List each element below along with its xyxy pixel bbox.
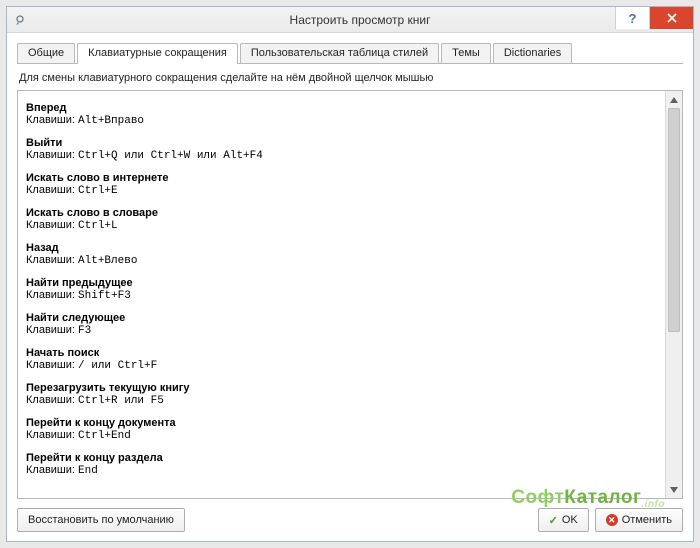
shortcut-name: Начать поиск bbox=[26, 347, 657, 359]
shortcut-item[interactable]: НазадКлавиши: Alt+Влево bbox=[26, 242, 657, 267]
tab-4[interactable]: Dictionaries bbox=[493, 43, 572, 64]
restore-defaults-button[interactable]: Восстановить по умолчанию bbox=[17, 508, 185, 532]
shortcut-keys: Клавиши: / или Ctrl+F bbox=[26, 359, 657, 372]
shortcut-item[interactable]: Найти следующееКлавиши: F3 bbox=[26, 312, 657, 337]
shortcut-name: Перезагрузить текущую книгу bbox=[26, 382, 657, 394]
shortcuts-list: ВпередКлавиши: Alt+ВправоВыйтиКлавиши: C… bbox=[17, 90, 683, 499]
shortcut-item[interactable]: Найти предыдущееКлавиши: Shift+F3 bbox=[26, 277, 657, 302]
window-title: Настроить просмотр книг bbox=[27, 13, 693, 27]
tab-row: ОбщиеКлавиатурные сокращенияПользователь… bbox=[17, 41, 683, 63]
shortcut-item[interactable]: ВпередКлавиши: Alt+Вправо bbox=[26, 102, 657, 127]
ok-button[interactable]: ✓ OK bbox=[538, 508, 589, 532]
shortcut-keys: Клавиши: Alt+Вправо bbox=[26, 114, 657, 127]
shortcut-item[interactable]: ВыйтиКлавиши: Ctrl+Q или Ctrl+W или Alt+… bbox=[26, 137, 657, 162]
shortcut-name: Перейти к концу документа bbox=[26, 417, 657, 429]
shortcut-keys: Клавиши: Ctrl+L bbox=[26, 219, 657, 232]
cancel-icon: ✕ bbox=[606, 514, 618, 526]
shortcut-item[interactable]: Перейти к концу разделаКлавиши: End bbox=[26, 452, 657, 477]
shortcut-keys: Клавиши: End bbox=[26, 464, 657, 477]
shortcut-keys: Клавиши: Ctrl+E bbox=[26, 184, 657, 197]
shortcut-name: Найти следующее bbox=[26, 312, 657, 324]
titlebar: Настроить просмотр книг ? bbox=[7, 7, 693, 33]
shortcut-keys: Клавиши: Ctrl+End bbox=[26, 429, 657, 442]
shortcut-name: Вперед bbox=[26, 102, 657, 114]
tab-1[interactable]: Клавиатурные сокращения bbox=[77, 43, 238, 64]
shortcut-item[interactable]: Начать поискКлавиши: / или Ctrl+F bbox=[26, 347, 657, 372]
shortcut-item[interactable]: Перезагрузить текущую книгуКлавиши: Ctrl… bbox=[26, 382, 657, 407]
shortcut-name: Выйти bbox=[26, 137, 657, 149]
tab-3[interactable]: Темы bbox=[441, 43, 491, 64]
shortcut-keys: Клавиши: Alt+Влево bbox=[26, 254, 657, 267]
shortcut-keys: Клавиши: Ctrl+R или F5 bbox=[26, 394, 657, 407]
shortcut-name: Перейти к концу раздела bbox=[26, 452, 657, 464]
check-icon: ✓ bbox=[549, 514, 558, 527]
shortcut-item[interactable]: Искать слово в словареКлавиши: Ctrl+L bbox=[26, 207, 657, 232]
app-icon bbox=[13, 13, 27, 27]
cancel-button[interactable]: ✕ Отменить bbox=[595, 508, 683, 532]
scrollbar[interactable] bbox=[665, 91, 682, 498]
shortcut-keys: Клавиши: F3 bbox=[26, 324, 657, 337]
tab-0[interactable]: Общие bbox=[17, 43, 75, 64]
shortcut-item[interactable]: Искать слово в интернетеКлавиши: Ctrl+E bbox=[26, 172, 657, 197]
close-button[interactable] bbox=[649, 7, 693, 29]
shortcut-name: Назад bbox=[26, 242, 657, 254]
scroll-track[interactable] bbox=[666, 108, 682, 481]
scroll-down-button[interactable] bbox=[666, 481, 682, 498]
shortcut-name: Найти предыдущее bbox=[26, 277, 657, 289]
help-button[interactable]: ? bbox=[615, 7, 649, 29]
tab-2[interactable]: Пользовательская таблица стилей bbox=[240, 43, 439, 64]
shortcut-keys: Клавиши: Shift+F3 bbox=[26, 289, 657, 302]
dialog-window: Настроить просмотр книг ? ОбщиеКлавиатур… bbox=[6, 6, 694, 542]
footer: Восстановить по умолчанию ✓ OK ✕ Отменит… bbox=[17, 505, 683, 535]
instruction-label: Для смены клавиатурного сокращения сдела… bbox=[19, 72, 681, 84]
shortcut-item[interactable]: Перейти к концу документаКлавиши: Ctrl+E… bbox=[26, 417, 657, 442]
shortcut-name: Искать слово в интернете bbox=[26, 172, 657, 184]
scroll-thumb[interactable] bbox=[668, 108, 680, 332]
scroll-up-button[interactable] bbox=[666, 91, 682, 108]
shortcut-name: Искать слово в словаре bbox=[26, 207, 657, 219]
shortcut-keys: Клавиши: Ctrl+Q или Ctrl+W или Alt+F4 bbox=[26, 149, 657, 162]
